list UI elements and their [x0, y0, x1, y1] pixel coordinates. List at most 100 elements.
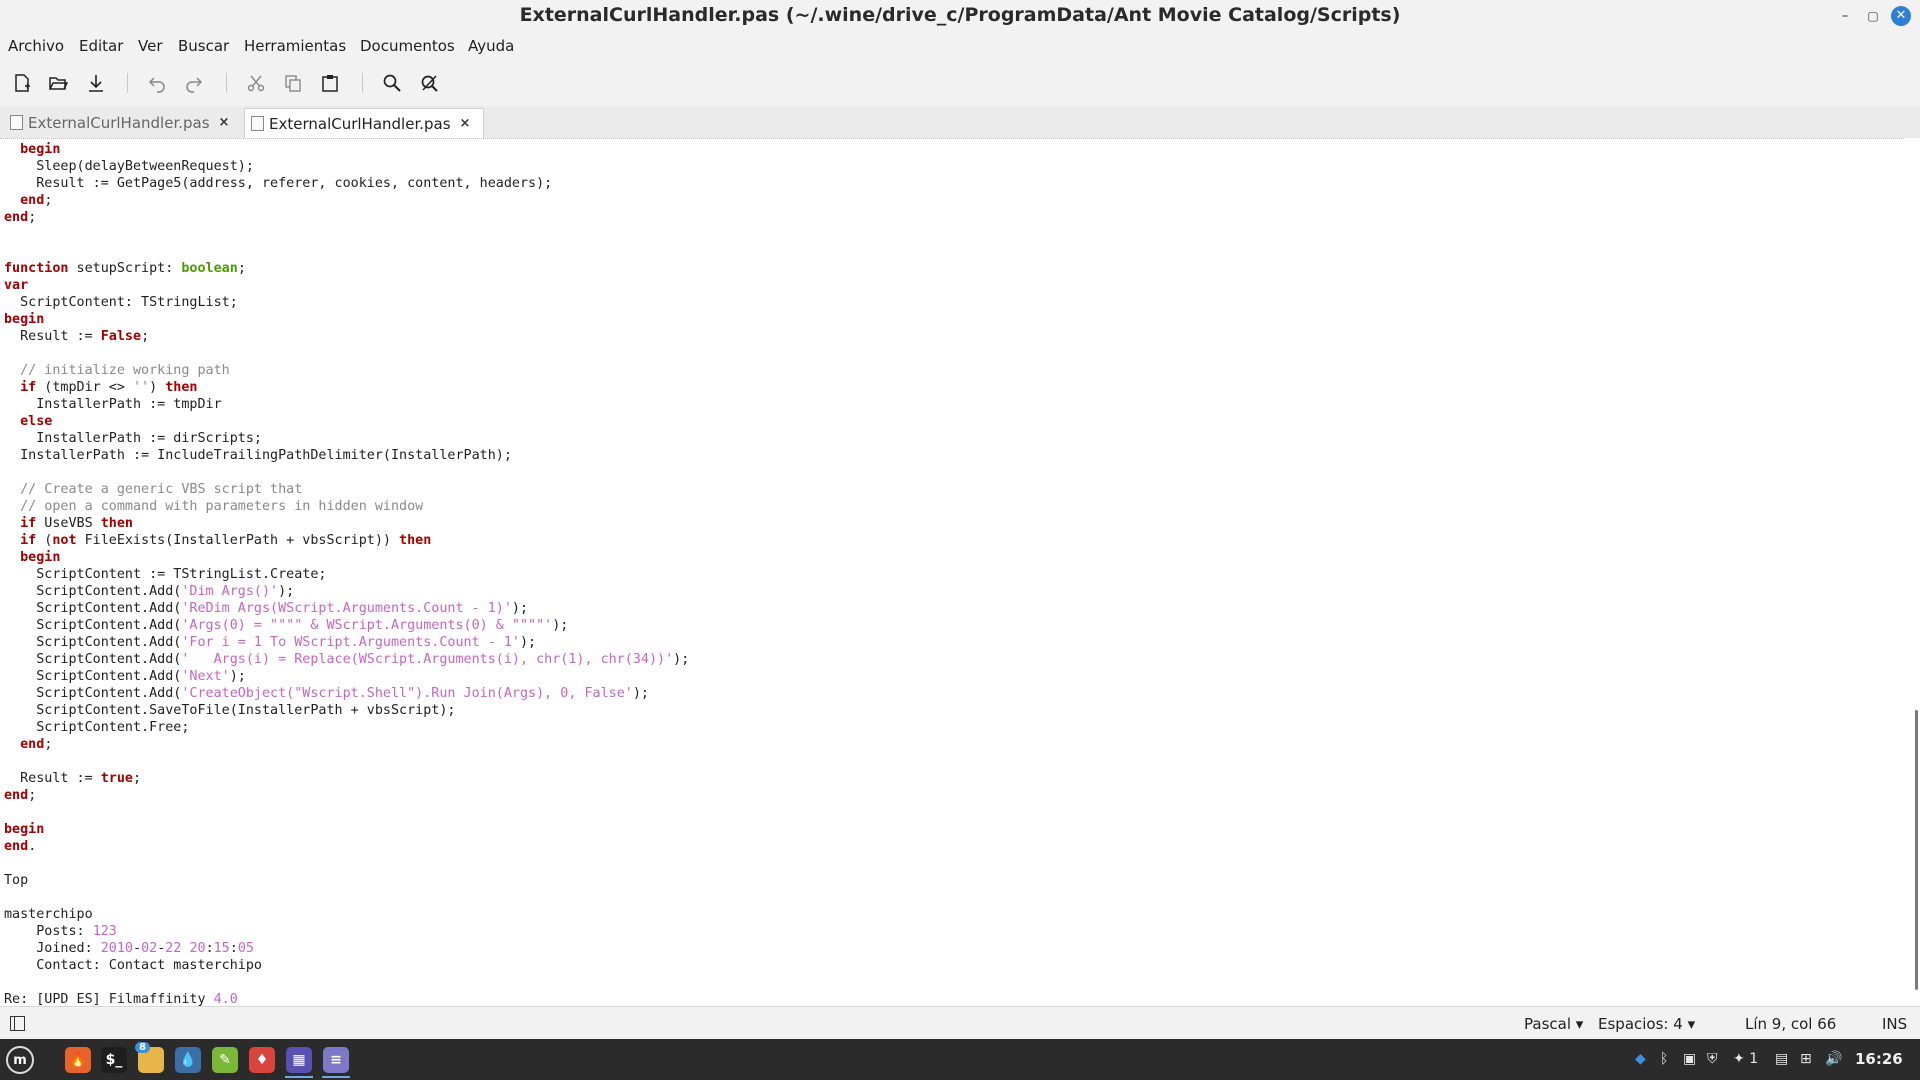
code-token: ScriptContent.Add( [4, 601, 182, 616]
scrollbar-thumb[interactable] [1915, 710, 1918, 990]
bluetooth-tray-icon[interactable]: ᛒ [1660, 1051, 1668, 1067]
taskbar-pen-button[interactable]: ✎ [207, 1042, 243, 1078]
taskbar-video-button[interactable]: ▦ [281, 1042, 317, 1078]
code-token: ); [511, 601, 529, 616]
taskbar-files-button[interactable]: 8 [133, 1042, 169, 1078]
code-token: 02 [141, 941, 158, 956]
volume-tray-icon[interactable]: 🔊 [1825, 1051, 1842, 1067]
code-line: var [4, 277, 689, 294]
start-menu-button[interactable]: m [2, 1042, 38, 1078]
cut-icon[interactable] [244, 71, 268, 95]
new-document-icon[interactable] [10, 71, 34, 95]
code-line: begin [4, 311, 689, 328]
code-token: 2010 [100, 941, 133, 956]
tab-active[interactable]: ExternalCurlHandler.pas × [244, 108, 484, 139]
maximize-icon[interactable]: ▢ [1863, 6, 1883, 26]
menu-archivo[interactable]: Archivo [8, 37, 64, 55]
taskbar-terminal-button[interactable]: $_ [96, 1042, 132, 1078]
clock[interactable]: 16:26 [1855, 1050, 1903, 1068]
code-token: ); [229, 669, 246, 684]
indent-selector[interactable]: Espacios: 4 ▾ [1598, 1015, 1695, 1033]
game-icon: ♦ [249, 1047, 275, 1073]
language-selector[interactable]: Pascal ▾ [1524, 1015, 1583, 1033]
dropbox-tray-icon[interactable]: ◆ [1635, 1051, 1646, 1067]
code-token: var [4, 278, 29, 293]
code-line: if (not FileExists(InstallerPath + vbsSc… [4, 532, 689, 549]
taskbar-game-button[interactable]: ♦ [244, 1042, 280, 1078]
code-token: ; [141, 329, 150, 344]
close-icon[interactable]: ✕ [1891, 6, 1911, 26]
code-token: ); [278, 584, 295, 599]
code-editor[interactable]: begin Sleep(delayBetweenRequest); Result… [0, 138, 1904, 1007]
code-token: masterchipo [4, 907, 93, 922]
menu-editar[interactable]: Editar [79, 37, 123, 55]
cursor-position[interactable]: Lín 9, col 66 [1745, 1015, 1836, 1033]
code-line: ScriptContent.Add('For i = 1 To WScript.… [4, 634, 689, 651]
taskbar-firefox-button[interactable]: 🔥 [60, 1042, 96, 1078]
redo-icon[interactable] [182, 71, 206, 95]
menu-ayuda[interactable]: Ayuda [468, 37, 514, 55]
code-token: ; [237, 261, 246, 276]
code-token: 'Dim Args()' [181, 584, 279, 599]
tab-close-icon[interactable]: × [460, 116, 471, 131]
minimize-icon[interactable]: – [1835, 6, 1855, 26]
code-line: else [4, 413, 689, 430]
workspace-count: 1 [1749, 1051, 1759, 1067]
open-icon[interactable] [46, 71, 70, 95]
status-bar: Pascal ▾ Espacios: 4 ▾ Lín 9, col 66 INS [0, 1006, 1920, 1040]
code-line: ScriptContent.Add('CreateObject("Wscript… [4, 685, 689, 702]
code-token: end [20, 737, 45, 752]
code-line: ScriptContent.Add('Args(0) = """" & WScr… [4, 617, 689, 634]
code-token: Result := [4, 329, 101, 344]
code-token: 123 [92, 924, 117, 939]
toolbar [0, 61, 1920, 106]
terminal-icon: $_ [101, 1047, 127, 1073]
undo-icon[interactable] [145, 71, 169, 95]
code-line: if (tmpDir <> '') then [4, 379, 689, 396]
code-token: Joined: [4, 941, 101, 956]
menu-ver[interactable]: Ver [138, 37, 163, 55]
taskbar-drop-button[interactable]: 💧 [170, 1042, 206, 1078]
code-line: Contact: Contact masterchipo [4, 957, 689, 974]
tab-inactive[interactable]: ExternalCurlHandler.pas × [4, 108, 240, 137]
network-tray-icon[interactable]: ⊞ [1800, 1051, 1812, 1067]
code-line: end; [4, 209, 689, 226]
copy-icon[interactable] [281, 71, 305, 95]
code-token: 'For i = 1 To WScript.Arguments.Count - … [181, 635, 520, 650]
workspace-tray-icon[interactable]: ✦ 1 [1733, 1051, 1758, 1067]
code-token: ScriptContent.Add( [4, 618, 182, 633]
code-token: ScriptContent.Add( [4, 635, 182, 650]
code-token: 05 [237, 941, 254, 956]
search-icon[interactable] [380, 71, 404, 95]
code-token: - [133, 941, 142, 956]
save-download-icon[interactable] [84, 71, 108, 95]
sidebar-toggle-icon[interactable] [10, 1016, 25, 1031]
menu-herramientas[interactable]: Herramientas [244, 37, 346, 55]
code-token: 15 [213, 941, 230, 956]
search-replace-icon[interactable] [417, 71, 441, 95]
notes-tray-icon[interactable]: ▤ [1775, 1051, 1788, 1067]
menu-documentos[interactable]: Documentos [360, 37, 455, 55]
code-line: Posts: 123 [4, 923, 689, 940]
paste-icon[interactable] [318, 71, 342, 95]
clipboard-tray-icon[interactable]: ▣ [1683, 1051, 1696, 1067]
code-token: ScriptContent: TStringList; [4, 295, 238, 310]
tab-label: ExternalCurlHandler.pas [269, 114, 451, 133]
code-line: ScriptContent.Add('Dim Args()'); [4, 583, 689, 600]
code-line: InstallerPath := dirScripts; [4, 430, 689, 447]
code-token: ScriptContent.SaveToFile(InstallerPath +… [4, 703, 456, 718]
tab-close-icon[interactable]: × [219, 115, 230, 130]
code-token: FileExists(InstallerPath + vbsScript)) [76, 533, 400, 548]
vertical-scrollbar[interactable] [1904, 138, 1920, 1006]
shield-tray-icon[interactable]: ⛨ [1707, 1051, 1718, 1067]
code-token: else [20, 414, 53, 429]
code-line: end. [4, 838, 689, 855]
code-token: then [399, 533, 432, 548]
menu-buscar[interactable]: Buscar [178, 37, 229, 55]
code-line: end; [4, 736, 689, 753]
code-token: Top [4, 873, 29, 888]
taskbar-text-editor-button[interactable]: ≡ [318, 1042, 354, 1078]
